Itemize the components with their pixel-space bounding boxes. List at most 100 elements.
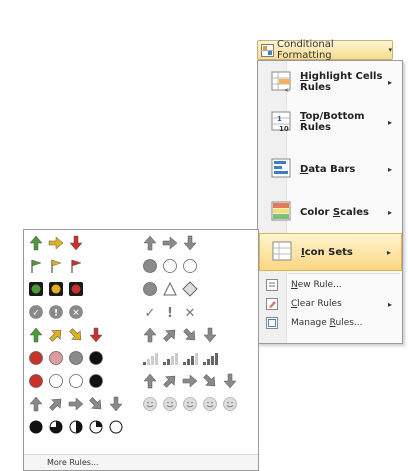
dot-white-icon	[160, 256, 180, 276]
icon-set-option[interactable]	[26, 394, 126, 414]
menu-item-data-bars[interactable]: Data Bars ▸	[259, 150, 402, 188]
clear-rules-icon	[266, 298, 278, 310]
dot-red-icon	[26, 371, 46, 391]
menu-item-label: Icon Sets	[301, 246, 353, 258]
arrow-down-gray-icon	[220, 371, 240, 391]
diamond-white-icon	[180, 279, 200, 299]
top-bottom-icon: 1 10	[270, 110, 294, 134]
menu-item-label: Data Bars	[300, 163, 356, 175]
arrow-up-green-icon	[26, 233, 46, 253]
bars-1-icon	[140, 348, 160, 368]
icon-set-option[interactable]: ✓! ✕	[140, 302, 200, 322]
x-gray-icon: ✕	[180, 302, 200, 322]
dot-white-icon	[180, 256, 200, 276]
dot-black-icon	[86, 348, 106, 368]
icon-set-option[interactable]	[26, 371, 106, 391]
arrow-se-gray-icon	[180, 325, 200, 345]
dot-white-icon	[46, 371, 66, 391]
data-bars-icon	[270, 157, 294, 181]
quarter-1-icon	[86, 417, 106, 437]
icon-set-option[interactable]	[26, 417, 126, 437]
menu-item-label: Top/Bottom Rules	[300, 111, 365, 133]
icon-set-option[interactable]	[140, 325, 220, 345]
flag-green-icon	[26, 256, 46, 276]
symbol-check-circle-icon: ✓	[26, 302, 46, 322]
quarter-full-icon	[26, 417, 46, 437]
icon-sets-icon	[271, 240, 295, 264]
svg-text:!: !	[54, 309, 58, 319]
icon-set-option[interactable]	[140, 371, 240, 391]
excl-gray-icon: !	[160, 302, 180, 322]
icon-set-option[interactable]	[140, 256, 200, 276]
menu-item-new-rule[interactable]: New Rule...	[259, 276, 402, 294]
conditional-formatting-label: Conditional Formatting	[277, 39, 334, 61]
svg-text:!: !	[167, 306, 173, 320]
menu-item-label: Color Scales	[300, 206, 369, 218]
more-rules-link[interactable]: More Rules...	[24, 454, 258, 470]
arrow-ne-gray-icon	[160, 371, 180, 391]
menu-item-top-bottom-rules[interactable]: 1 10 Top/Bottom Rules ▸	[259, 103, 402, 141]
conditional-formatting-button[interactable]: Conditional Formatting ▾	[257, 39, 393, 61]
highlight-cells-icon: <	[270, 70, 294, 94]
icon-set-option[interactable]	[140, 233, 200, 253]
icon-set-option[interactable]	[26, 325, 106, 345]
dot-white-icon	[66, 371, 86, 391]
bars-3-icon	[180, 348, 200, 368]
arrow-up-gray-icon	[26, 394, 46, 414]
arrow-down-gray-icon	[180, 233, 200, 253]
icon-set-option[interactable]	[26, 233, 86, 253]
dot-red-icon	[26, 348, 46, 368]
light-black-red-icon	[66, 279, 86, 299]
arrow-up-gray-icon	[140, 371, 160, 391]
light-black-green-icon	[26, 279, 46, 299]
conditional-formatting-menu: < Highlight Cells Rules ▸ 1 10 Top/Bottom…	[257, 60, 403, 344]
svg-text:✕: ✕	[72, 309, 80, 319]
arrow-se-gray-icon	[86, 394, 106, 414]
menu-separator	[288, 273, 400, 274]
icon-set-option[interactable]	[26, 279, 86, 299]
arrow-up-gray-icon	[140, 233, 160, 253]
chevron-down-icon: ▾	[388, 46, 392, 54]
svg-text:<: <	[284, 87, 289, 93]
flag-yellow-icon	[46, 256, 66, 276]
chevron-right-icon: ▸	[388, 164, 393, 174]
icon-set-option[interactable]	[140, 348, 220, 368]
icon-sets-gallery: ✓! ✕ ✓! ✕ More Rules...	[23, 229, 259, 471]
chevron-right-icon: ▸	[388, 207, 393, 217]
icon-set-option[interactable]	[26, 348, 106, 368]
menu-item-color-scales[interactable]: Color Scales ▸	[259, 193, 402, 231]
manage-rules-icon	[266, 317, 278, 329]
menu-item-label: Manage Rules...	[291, 318, 363, 328]
bars-2-icon	[160, 348, 180, 368]
light-black-yellow-icon	[46, 279, 66, 299]
svg-text:✓: ✓	[32, 309, 40, 319]
check-gray-icon: ✓	[140, 302, 160, 322]
smile-3-icon	[180, 394, 200, 414]
arrow-right-gray-icon	[180, 371, 200, 391]
svg-text:10: 10	[279, 125, 289, 133]
bars-4-icon	[200, 348, 220, 368]
smile-4-icon	[200, 394, 220, 414]
smile-2-icon	[160, 394, 180, 414]
icon-set-option[interactable]	[140, 394, 240, 414]
symbol-excl-circle-icon: !	[46, 302, 66, 322]
icon-set-option[interactable]	[26, 256, 86, 276]
menu-item-label: New Rule...	[291, 280, 342, 290]
menu-item-icon-sets[interactable]: Icon Sets ▸	[259, 233, 402, 271]
color-scales-icon	[270, 200, 294, 224]
dot-gray-icon	[66, 348, 86, 368]
menu-item-label: Highlight Cells Rules	[300, 71, 383, 93]
chevron-right-icon: ▸	[388, 77, 393, 87]
icon-set-option[interactable]	[140, 279, 200, 299]
smile-1-icon	[140, 394, 160, 414]
quarter-empty-icon	[106, 417, 126, 437]
conditional-formatting-icon	[261, 43, 274, 57]
menu-item-manage-rules[interactable]: Manage Rules...	[259, 314, 402, 332]
chevron-right-icon: ▸	[388, 299, 393, 309]
menu-item-highlight-cells-rules[interactable]: < Highlight Cells Rules ▸	[259, 63, 402, 101]
menu-item-clear-rules[interactable]: Clear Rules ▸	[259, 295, 402, 313]
quarter-half-icon	[66, 417, 86, 437]
triangle-white-icon	[160, 279, 180, 299]
arrow-down-gray-icon	[106, 394, 126, 414]
icon-set-option[interactable]: ✓! ✕	[26, 302, 86, 322]
